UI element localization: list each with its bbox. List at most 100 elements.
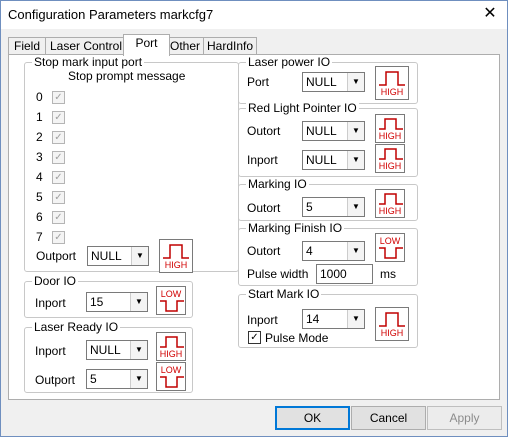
red-light-inport-select[interactable]: NULL ▼	[302, 150, 365, 170]
marking-finish-signal[interactable]: LOW	[375, 233, 405, 262]
marking-outport-label: Outort	[247, 201, 281, 215]
door-inport-select[interactable]: 15 ▼	[86, 292, 148, 312]
stop-port-checkbox[interactable]: ✓	[52, 131, 65, 144]
chevron-down-icon[interactable]: ▼	[347, 242, 364, 260]
pulse-width-value: 1000	[320, 267, 347, 281]
red-light-outport-label: Outort	[247, 124, 281, 138]
stop-signal-button[interactable]: HIGH	[159, 239, 193, 273]
stop-mark-title: Stop mark input port	[32, 55, 145, 69]
tab-field[interactable]: Field	[8, 37, 46, 55]
start-mark-group: Start Mark IO Inport 14 ▼ HIGH ✓ Pulse M…	[238, 287, 418, 348]
chevron-down-icon[interactable]: ▼	[130, 370, 147, 388]
door-io-group: Door IO Inport 15 ▼ LOW	[24, 274, 193, 318]
door-signal-label: LOW	[160, 289, 182, 299]
red-light-outport-signal-label: HIGH	[378, 131, 402, 141]
marking-outport-select[interactable]: 5 ▼	[302, 197, 365, 217]
chevron-down-icon[interactable]: ▼	[130, 341, 147, 359]
stop-signal-label: HIGH	[164, 260, 188, 270]
high-pulse-icon	[379, 193, 403, 205]
laser-power-signal-label: HIGH	[380, 87, 404, 97]
marking-outport-value: 5	[306, 200, 313, 214]
stop-port-number: 7	[36, 230, 43, 244]
laser-power-port-value: NULL	[306, 75, 337, 89]
stop-port-checkbox[interactable]: ✓	[52, 111, 65, 124]
laser-ready-title: Laser Ready IO	[32, 320, 121, 334]
low-pulse-icon	[160, 376, 184, 388]
red-light-inport-value: NULL	[306, 153, 337, 167]
laser-power-group: Laser power IO Port NULL ▼ HIGH	[238, 55, 418, 104]
red-light-inport-signal[interactable]: HIGH	[375, 144, 405, 173]
window-title: Configuration Parameters markcfg7	[8, 7, 214, 22]
title-bar: Configuration Parameters markcfg7 ✕	[1, 1, 507, 29]
red-light-inport-label: Inport	[247, 153, 278, 167]
stop-port-number: 6	[36, 210, 43, 224]
apply-button[interactable]: Apply	[427, 406, 502, 430]
laser-ready-inport-signal[interactable]: HIGH	[156, 332, 186, 361]
red-light-outport-signal[interactable]: HIGH	[375, 114, 405, 143]
marking-signal-label: HIGH	[378, 206, 402, 216]
stop-port-checkbox[interactable]: ✓	[52, 191, 65, 204]
laser-ready-outport-signal-label: LOW	[160, 365, 182, 375]
red-light-title: Red Light Pointer IO	[246, 101, 359, 115]
chevron-down-icon[interactable]: ▼	[347, 151, 364, 169]
pulse-mode-checkbox[interactable]: ✓	[248, 331, 261, 344]
stop-port-number: 2	[36, 130, 43, 144]
high-pulse-icon	[379, 118, 403, 130]
start-mark-signal[interactable]: HIGH	[375, 307, 409, 341]
laser-ready-inport-value: NULL	[90, 343, 121, 357]
tab-hardinfo[interactable]: HardInfo	[203, 37, 257, 55]
door-io-title: Door IO	[32, 274, 79, 288]
stop-port-checkbox[interactable]: ✓	[52, 211, 65, 224]
start-mark-inport-value: 14	[306, 312, 320, 326]
laser-power-signal[interactable]: HIGH	[375, 66, 409, 100]
laser-ready-outport-label: Outport	[35, 373, 76, 387]
marking-finish-group: Marking Finish IO Outort 4 ▼ LOW Pulse w…	[238, 221, 418, 286]
laser-ready-inport-select[interactable]: NULL ▼	[86, 340, 148, 360]
start-mark-inport-label: Inport	[247, 313, 278, 327]
start-mark-title: Start Mark IO	[246, 287, 322, 301]
chevron-down-icon[interactable]: ▼	[347, 310, 364, 328]
laser-ready-outport-signal[interactable]: LOW	[156, 362, 186, 391]
stop-port-checkbox[interactable]: ✓	[52, 231, 65, 244]
red-light-inport-signal-label: HIGH	[378, 161, 402, 171]
marking-finish-outport-select[interactable]: 4 ▼	[302, 241, 365, 261]
marking-io-group: Marking IO Outort 5 ▼ HIGH	[238, 177, 418, 221]
pulse-width-unit: ms	[380, 267, 396, 281]
door-signal-button[interactable]: LOW	[156, 286, 186, 315]
pulse-width-label: Pulse width	[247, 267, 309, 281]
chevron-down-icon[interactable]: ▼	[347, 73, 364, 91]
port-panel: Stop mark input port Stop prompt message…	[8, 54, 500, 400]
pulse-width-input[interactable]: 1000	[316, 264, 373, 284]
marking-signal[interactable]: HIGH	[375, 189, 405, 218]
laser-ready-outport-select[interactable]: 5 ▼	[86, 369, 148, 389]
chevron-down-icon[interactable]: ▼	[347, 198, 364, 216]
stop-port-number: 0	[36, 90, 43, 104]
start-mark-inport-select[interactable]: 14 ▼	[302, 309, 365, 329]
pulse-mode-label: Pulse Mode	[265, 331, 329, 345]
stop-port-checkbox[interactable]: ✓	[52, 91, 65, 104]
laser-ready-inport-signal-label: HIGH	[159, 349, 183, 359]
red-light-outport-select[interactable]: NULL ▼	[302, 121, 365, 141]
tab-laser-control[interactable]: Laser Control	[45, 37, 127, 55]
high-pulse-icon	[379, 312, 405, 327]
laser-power-port-select[interactable]: NULL ▼	[302, 72, 365, 92]
laser-ready-group: Laser Ready IO Inport NULL ▼ HIGH Outpor…	[24, 320, 193, 393]
low-pulse-icon	[160, 300, 184, 312]
chevron-down-icon[interactable]: ▼	[347, 122, 364, 140]
chevron-down-icon[interactable]: ▼	[130, 293, 147, 311]
tab-other[interactable]: Other	[166, 37, 204, 55]
stop-outport-select[interactable]: NULL ▼	[87, 246, 149, 266]
cancel-button[interactable]: Cancel	[351, 406, 426, 430]
stop-port-number: 1	[36, 110, 43, 124]
stop-port-checkbox[interactable]: ✓	[52, 151, 65, 164]
low-pulse-icon	[379, 247, 403, 259]
close-icon[interactable]: ✕	[479, 3, 501, 25]
red-light-group: Red Light Pointer IO Outort NULL ▼ HIGH …	[238, 101, 418, 177]
chevron-down-icon[interactable]: ▼	[131, 247, 148, 265]
tab-port[interactable]: Port	[123, 34, 170, 56]
stop-port-checkbox[interactable]: ✓	[52, 171, 65, 184]
laser-power-title: Laser power IO	[246, 55, 333, 69]
stop-port-number: 5	[36, 190, 43, 204]
start-mark-signal-label: HIGH	[380, 328, 404, 338]
ok-button[interactable]: OK	[275, 406, 350, 430]
